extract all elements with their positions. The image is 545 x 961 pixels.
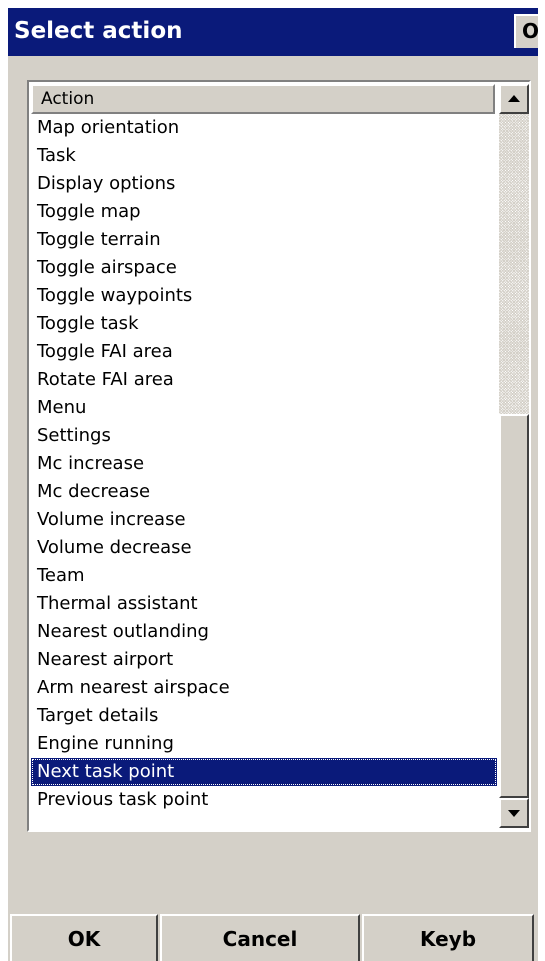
list-item[interactable]: Menu <box>31 394 497 422</box>
ok-button[interactable]: OK <box>10 914 158 961</box>
list-item[interactable]: Nearest outlanding <box>31 618 497 646</box>
list-item[interactable]: Map orientation <box>31 114 497 142</box>
list-item[interactable]: Arm nearest airspace <box>31 674 497 702</box>
bottom-button-bar: OK Cancel Keyb <box>8 914 538 961</box>
list-item[interactable]: Mc decrease <box>31 478 497 506</box>
list-item[interactable]: Previous task point <box>31 786 497 814</box>
title-bar: Select action OK <box>8 8 538 56</box>
list-item[interactable]: Engine running <box>31 730 497 758</box>
scroll-up-arrow-icon <box>508 95 520 102</box>
vertical-scrollbar[interactable] <box>499 84 529 828</box>
list-item[interactable]: Toggle waypoints <box>31 282 497 310</box>
list-item[interactable]: Team <box>31 562 497 590</box>
keyboard-button[interactable]: Keyb <box>362 914 534 961</box>
list-item[interactable]: Toggle terrain <box>31 226 497 254</box>
list-item[interactable]: Volume increase <box>31 506 497 534</box>
action-list-rows: Map orientation Task Display options Tog… <box>31 114 497 814</box>
cancel-button[interactable]: Cancel <box>160 914 360 961</box>
select-action-dialog: Select action OK Action Map orientation … <box>8 8 538 961</box>
scroll-up-button[interactable] <box>499 84 529 114</box>
list-item[interactable]: Thermal assistant <box>31 590 497 618</box>
list-item[interactable]: Mc increase <box>31 450 497 478</box>
action-column-header[interactable]: Action <box>31 84 495 114</box>
list-item[interactable]: Volume decrease <box>31 534 497 562</box>
list-item[interactable]: Toggle FAI area <box>31 338 497 366</box>
list-item-selected[interactable]: Next task point <box>31 758 497 786</box>
scroll-down-arrow-icon <box>508 810 520 817</box>
scroll-down-button[interactable] <box>499 798 529 828</box>
list-item[interactable]: Rotate FAI area <box>31 366 497 394</box>
dialog-title: Select action <box>14 18 183 44</box>
list-item[interactable]: Settings <box>31 422 497 450</box>
list-item[interactable]: Target details <box>31 702 497 730</box>
list-item[interactable]: Toggle airspace <box>31 254 497 282</box>
action-list[interactable]: Action Map orientation Task Display opti… <box>27 80 531 832</box>
list-item[interactable]: Display options <box>31 170 497 198</box>
list-item[interactable]: Toggle map <box>31 198 497 226</box>
scrollbar-thumb[interactable] <box>499 414 529 798</box>
title-ok-button[interactable]: OK <box>514 14 538 48</box>
list-item[interactable]: Nearest airport <box>31 646 497 674</box>
list-item[interactable]: Toggle task <box>31 310 497 338</box>
list-item[interactable]: Task <box>31 142 497 170</box>
